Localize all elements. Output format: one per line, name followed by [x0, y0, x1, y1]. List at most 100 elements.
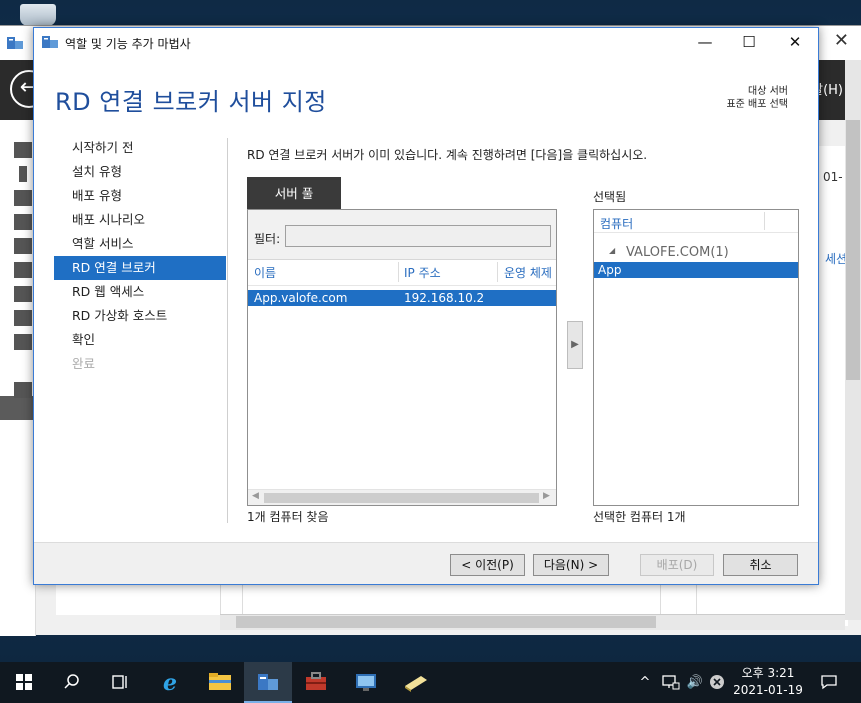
file-explorer-icon[interactable] — [196, 662, 244, 703]
server-manager-lower-pane — [56, 585, 846, 615]
ad-ds-icon[interactable] — [14, 214, 32, 230]
cancel-button[interactable]: 취소 — [723, 554, 798, 576]
server-pool-list: 필터: 이름 IP 주소 운영 체제 App.valofe.com 192.16… — [247, 209, 557, 506]
server-manager-taskbar-icon[interactable] — [244, 662, 292, 703]
iis-icon[interactable] — [14, 286, 32, 302]
nav-item-rd-connection-broker[interactable]: RD 연결 브로커 — [54, 256, 226, 280]
svg-text:e: e — [163, 670, 177, 694]
selected-list: 컴퓨터 ◢ VALOFE.COM(1) App — [593, 209, 799, 506]
filter-label: 필터: — [254, 232, 281, 246]
printer-icon[interactable] — [14, 310, 32, 326]
server-manager-right-panel: 01- 세션 — [818, 146, 848, 626]
clock-date: 2021-01-19 — [733, 683, 803, 697]
collapse-triangle-icon[interactable]: ◢ — [609, 246, 615, 255]
column-divider[interactable] — [764, 212, 765, 230]
column-header-os[interactable]: 운영 체제 — [504, 264, 552, 281]
remote-desktop-icon[interactable] — [342, 662, 390, 703]
column-header-name[interactable]: 이름 — [254, 264, 276, 281]
nav-item-before-you-begin[interactable]: 시작하기 전 — [54, 136, 226, 160]
header-separator — [248, 285, 556, 286]
found-count: 1개 컴퓨터 찾음 — [247, 510, 329, 524]
taskbar-clock[interactable]: 오후 3:21 2021-01-19 — [728, 665, 808, 699]
scroll-left-icon[interactable]: ◀ — [252, 491, 259, 501]
wizard-footer: < 이전(P) 다음(N) > 배포(D) 취소 — [34, 542, 818, 584]
action-center-icon[interactable] — [815, 662, 843, 703]
tab-server-pool[interactable]: 서버 풀 — [247, 177, 341, 209]
server-pool-hscroll[interactable]: ◀ ▶ — [248, 489, 556, 505]
selected-item-label: App — [598, 263, 622, 277]
windows-start-icon[interactable] — [0, 662, 48, 703]
clock-time: 오후 3:21 — [741, 666, 795, 680]
nav-item-confirmation[interactable]: 확인 — [54, 328, 226, 352]
deploy-button: 배포(D) — [640, 554, 714, 576]
wizard-titlebar: 역할 및 기능 추가 마법사 — ☐ ✕ — [34, 28, 818, 56]
filter-area: 필터: — [248, 210, 556, 260]
column-divider[interactable] — [497, 262, 498, 282]
server-manager-sidebar — [0, 120, 36, 636]
server-manager-vscroll-thumb[interactable] — [846, 120, 860, 380]
dashboard-icon[interactable] — [14, 142, 32, 158]
file-services-icon[interactable] — [14, 262, 32, 278]
wizard-title: 역할 및 기능 추가 마법사 — [65, 37, 191, 51]
recycle-bin-icon[interactable] — [20, 4, 56, 26]
toolbox-icon[interactable] — [292, 662, 340, 703]
taskbar: e ^ 🔊 오후 3:21 2021-01-19 — [0, 662, 861, 703]
server-manager-icon — [7, 37, 23, 49]
remote-desktop-nav-active[interactable] — [0, 396, 36, 420]
side-text-date: 01- — [823, 170, 843, 184]
nav-divider — [227, 138, 228, 523]
nav-item-deployment-type[interactable]: 배포 유형 — [54, 184, 226, 208]
wizard-nav: 시작하기 전 설치 유형 배포 유형 배포 시나리오 역할 서비스 RD 연결 … — [54, 136, 226, 376]
nav-item-rd-virtualization-host[interactable]: RD 가상화 호스트 — [54, 304, 226, 328]
nav-item-rd-web-access[interactable]: RD 웹 액세스 — [54, 280, 226, 304]
all-servers-icon[interactable] — [14, 190, 32, 206]
folder-icon[interactable] — [14, 382, 32, 398]
table-row[interactable]: App.valofe.com 192.168.10.2 — [248, 290, 556, 306]
selected-column-header[interactable]: 컴퓨터 — [600, 215, 633, 232]
nav-item-deployment-scenario[interactable]: 배포 시나리오 — [54, 208, 226, 232]
lower-column-divider — [660, 585, 661, 615]
column-divider[interactable] — [398, 262, 399, 282]
filter-input[interactable] — [285, 225, 551, 247]
side-text-session[interactable]: 세션 — [825, 250, 847, 267]
tray-overflow-icon[interactable]: ^ — [636, 662, 654, 703]
server-manager-hscroll-thumb[interactable] — [236, 616, 656, 628]
server-pool-hscroll-thumb[interactable] — [264, 493, 539, 503]
wizard-app-icon — [42, 36, 58, 48]
volume-icon[interactable]: 🔊 — [684, 662, 706, 703]
previous-button[interactable]: < 이전(P) — [450, 554, 525, 576]
destination-server-value: 표준 배포 선택 — [726, 99, 788, 110]
local-server-icon[interactable] — [19, 166, 27, 182]
selected-group-label[interactable]: VALOFE.COM(1) — [626, 245, 729, 260]
add-to-selected-button[interactable]: ▶ — [567, 321, 583, 369]
task-view-icon[interactable] — [96, 662, 144, 703]
row-name: App.valofe.com — [254, 291, 348, 305]
add-roles-wizard-dialog: 역할 및 기능 추가 마법사 — ☐ ✕ RD 연결 브로커 서버 지정 대상 … — [33, 27, 819, 585]
network-icon[interactable] — [660, 662, 682, 703]
nav-item-completion: 완료 — [72, 356, 96, 371]
internet-explorer-icon[interactable]: e — [148, 662, 196, 703]
header-separator — [594, 232, 798, 233]
next-button[interactable]: 다음(N) > — [533, 554, 609, 576]
server-manager-close-icon[interactable]: ✕ — [834, 30, 849, 51]
notification-error-icon[interactable] — [706, 662, 728, 703]
column-header-ip[interactable]: IP 주소 — [404, 264, 441, 281]
maximize-icon[interactable]: ☐ — [726, 28, 772, 56]
close-icon[interactable]: ✕ — [772, 28, 818, 56]
lower-column-divider — [220, 585, 221, 615]
dns-icon[interactable] — [14, 238, 32, 254]
minimize-icon[interactable]: — — [682, 28, 728, 56]
selected-title: 선택됨 — [593, 190, 627, 204]
lower-column-divider — [696, 585, 697, 615]
scroll-right-icon[interactable]: ▶ — [543, 491, 550, 501]
search-icon[interactable] — [48, 662, 96, 703]
notepad-icon[interactable] — [392, 662, 440, 703]
key-icon[interactable] — [14, 334, 32, 350]
row-ip: 192.168.10.2 — [404, 291, 485, 305]
nav-item-role-services[interactable]: 역할 서비스 — [54, 232, 226, 256]
instruction-text: RD 연결 브로커 서버가 이미 있습니다. 계속 진행하려면 [다음]을 클릭… — [247, 148, 648, 162]
list-item[interactable]: App — [594, 262, 798, 278]
lower-column-divider — [242, 585, 243, 615]
page-title: RD 연결 브로커 서버 지정 — [55, 88, 327, 116]
nav-item-installation-type[interactable]: 설치 유형 — [54, 160, 226, 184]
